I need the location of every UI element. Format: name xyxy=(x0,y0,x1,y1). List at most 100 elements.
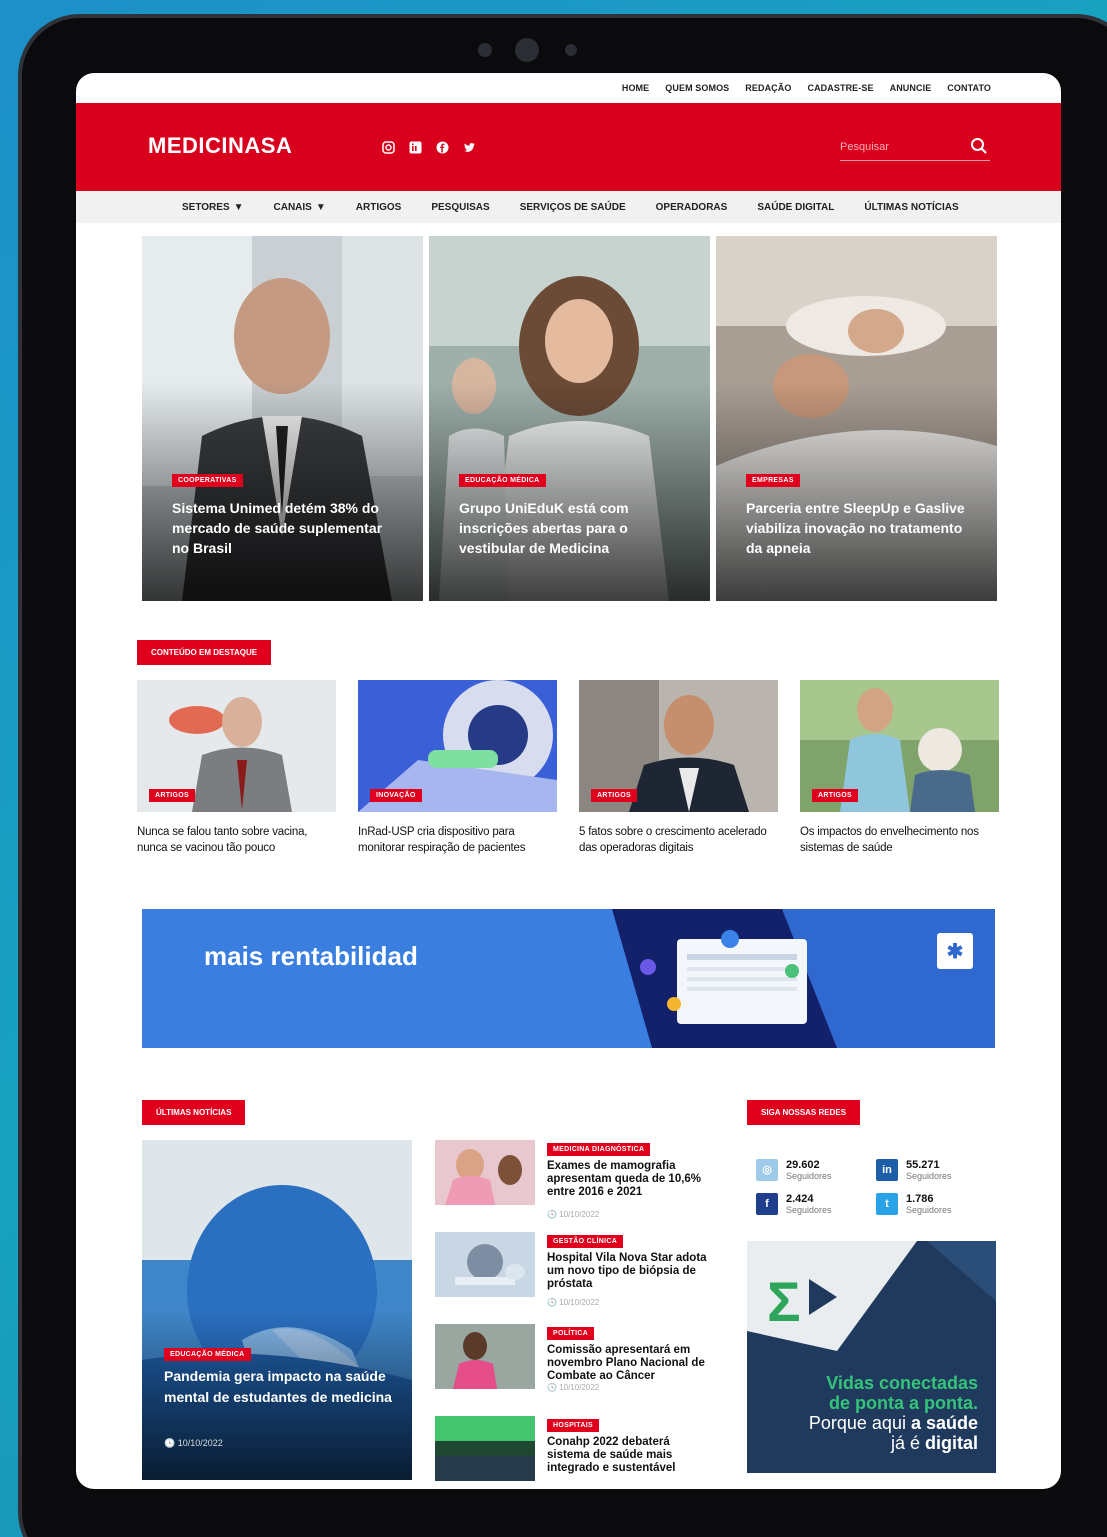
follow-row: f 2.424 Seguidores t 1.786 Seguidores xyxy=(756,1193,996,1215)
follower-count: 1.786 xyxy=(906,1193,934,1205)
news-list-item[interactable]: POLÍTICA Comissão apresentará em novembr… xyxy=(435,1324,715,1416)
section-title-featured: CONTEÚDO EM DESTAQUE xyxy=(137,640,272,665)
news-list-item[interactable]: GESTÃO CLÍNICA Hospital Vila Nova Star a… xyxy=(435,1232,715,1324)
follow-facebook[interactable]: f 2.424 Seguidores xyxy=(756,1193,876,1215)
linkedin-icon[interactable] xyxy=(409,141,422,154)
featured-category-tag[interactable]: INOVAÇÃO xyxy=(370,789,422,802)
site-logo[interactable]: MEDICINASA xyxy=(148,133,292,159)
follower-label: Seguidores xyxy=(906,1171,952,1181)
caret-down-icon: ▼ xyxy=(315,201,326,213)
news-list-item[interactable]: HOSPITAIS Conahp 2022 debaterá sistema d… xyxy=(435,1416,715,1489)
news-category-tag[interactable]: POLÍTICA xyxy=(547,1327,595,1340)
nav-setores[interactable]: SETORES ▼ xyxy=(182,202,244,213)
hero-card[interactable]: EMPRESAS Parceria entre SleepUp e Gasliv… xyxy=(716,236,997,601)
ad-line-4a: já é xyxy=(890,1433,925,1453)
hero-category-tag[interactable]: EMPRESAS xyxy=(746,474,800,487)
news-category-tag[interactable]: MEDICINA DIAGNÓSTICA xyxy=(547,1143,651,1156)
nav-ultimas-noticias[interactable]: ÚLTIMAS NOTÍCIAS xyxy=(864,202,958,213)
latest-gradient xyxy=(142,1140,412,1480)
instagram-icon[interactable] xyxy=(382,141,395,154)
featured-card[interactable]: ARTIGOS 5 fatos sobre o crescimento acel… xyxy=(579,680,778,856)
hero-category-tag[interactable]: EDUCAÇÃO MÉDICA xyxy=(459,474,546,487)
news-headline[interactable]: Hospital Vila Nova Star adota um novo ti… xyxy=(547,1252,707,1291)
follow-instagram[interactable]: ◎ 29.602 Seguidores xyxy=(756,1159,876,1181)
news-category-tag[interactable]: HOSPITAIS xyxy=(547,1419,599,1432)
nav-canais[interactable]: CANAIS ▼ xyxy=(274,202,326,213)
follow-stats: 29.602 Seguidores xyxy=(786,1159,832,1181)
section-title-follow: SIGA NOSSAS REDES xyxy=(747,1100,861,1125)
hero-headline[interactable]: Sistema Unimed detém 38% do mercado de s… xyxy=(172,498,403,558)
topnav-contato[interactable]: CONTATO xyxy=(947,83,991,93)
twitter-icon[interactable] xyxy=(463,141,476,154)
nav-canais-label: CANAIS xyxy=(273,201,312,213)
featured-headline[interactable]: InRad-USP cria dispositivo para monitora… xyxy=(358,824,557,856)
news-headline[interactable]: Conahp 2022 debaterá sistema de saúde ma… xyxy=(547,1436,707,1475)
follow-stats: 2.424 Seguidores xyxy=(786,1193,832,1215)
search-icon[interactable] xyxy=(970,137,988,160)
clock-icon: 🕓 xyxy=(547,1210,560,1219)
news-date: 🕓 10/10/2022 xyxy=(547,1298,599,1307)
news-list-item[interactable]: MEDICINA DIAGNÓSTICA Exames de mamografi… xyxy=(435,1140,715,1232)
topnav-redacao[interactable]: REDAÇÃO xyxy=(745,83,791,93)
hero-card[interactable]: COOPERATIVAS Sistema Unimed detém 38% do… xyxy=(142,236,423,601)
nav-pesquisas[interactable]: PESQUISAS xyxy=(431,202,489,213)
topnav-cadastre-se[interactable]: CADASTRE-SE xyxy=(807,83,873,93)
featured-headline[interactable]: Os impactos do envelhecimento nos sistem… xyxy=(800,824,999,856)
sensor-dot xyxy=(478,43,492,57)
latest-date-text: 10/10/2022 xyxy=(177,1438,223,1448)
ad-line-3: Porque aqui a saúde xyxy=(809,1413,978,1433)
follow-stats: 55.271 Seguidores xyxy=(906,1159,952,1181)
ad-line-4: já é digital xyxy=(809,1433,978,1453)
advertising-banner[interactable]: ✱ mais rentabilidad xyxy=(142,909,995,1048)
news-headline[interactable]: Exames de mamografia apresentam queda de… xyxy=(547,1160,707,1199)
nav-servicos-de-saude[interactable]: SERVIÇOS DE SAÚDE xyxy=(520,202,626,213)
facebook-icon[interactable] xyxy=(436,141,449,154)
featured-category-tag[interactable]: ARTIGOS xyxy=(149,789,195,802)
news-date-text: 10/10/2022 xyxy=(559,1383,600,1392)
news-category-tag[interactable]: GESTÃO CLÍNICA xyxy=(547,1235,624,1248)
latest-news-list: MEDICINA DIAGNÓSTICA Exames de mamografi… xyxy=(435,1140,715,1489)
nav-saude-digital[interactable]: SAÚDE DIGITAL xyxy=(757,202,834,213)
hero-headline[interactable]: Grupo UniEduK está com inscrições aberta… xyxy=(459,498,690,558)
sidebar-ad[interactable]: Σ Vidas conectadas de ponta a ponta. Por… xyxy=(747,1241,996,1473)
banner-headline: mais rentabilidad xyxy=(204,941,418,971)
banner-graphic: ✱ xyxy=(612,909,995,1048)
nav-operadoras[interactable]: OPERADORAS xyxy=(656,202,728,213)
follower-count: 29.602 xyxy=(786,1159,820,1171)
featured-image: INOVAÇÃO xyxy=(358,680,557,812)
featured-image: ARTIGOS xyxy=(579,680,778,812)
nav-artigos[interactable]: ARTIGOS xyxy=(356,202,402,213)
news-thumbnail xyxy=(435,1140,535,1205)
featured-category-tag[interactable]: ARTIGOS xyxy=(812,789,858,802)
latest-date: 🕓 10/10/2022 xyxy=(164,1438,223,1449)
topnav-quem-somos[interactable]: QUEM SOMOS xyxy=(665,83,729,93)
latest-category-tag[interactable]: EDUCAÇÃO MÉDICA xyxy=(164,1348,251,1361)
featured-headline[interactable]: Nunca se falou tanto sobre vacina, nunca… xyxy=(137,824,336,856)
svg-text:✱: ✱ xyxy=(947,941,964,963)
follow-row: ◎ 29.602 Seguidores in 55.271 Seguidores xyxy=(756,1159,996,1181)
follow-twitter[interactable]: t 1.786 Seguidores xyxy=(876,1193,996,1215)
hero-card[interactable]: EDUCAÇÃO MÉDICA Grupo UniEduK está com i… xyxy=(429,236,710,601)
topnav-home[interactable]: HOME xyxy=(622,83,649,93)
facebook-icon: f xyxy=(756,1193,778,1215)
featured-image: ARTIGOS xyxy=(800,680,999,812)
latest-headline[interactable]: Pandemia gera impacto na saúde mental de… xyxy=(164,1366,402,1408)
hero-headline[interactable]: Parceria entre SleepUp e Gaslive viabili… xyxy=(746,498,977,558)
news-thumbnail xyxy=(435,1416,535,1481)
hero-category-tag[interactable]: COOPERATIVAS xyxy=(172,474,243,487)
linkedin-icon: in xyxy=(876,1159,898,1181)
latest-featured-card[interactable]: EDUCAÇÃO MÉDICA Pandemia gera impacto na… xyxy=(142,1140,412,1480)
news-date: 🕓 10/10/2022 xyxy=(547,1210,599,1219)
featured-category-tag[interactable]: ARTIGOS xyxy=(591,789,637,802)
featured-card[interactable]: ARTIGOS Nunca se falou tanto sobre vacin… xyxy=(137,680,336,856)
follow-linkedin[interactable]: in 55.271 Seguidores xyxy=(876,1159,996,1181)
topnav-anuncie[interactable]: ANUNCIE xyxy=(890,83,932,93)
ad-line-3b: a saúde xyxy=(910,1413,978,1433)
ad-line-2: de ponta a ponta. xyxy=(828,1393,978,1413)
featured-card[interactable]: INOVAÇÃO InRad-USP cria dispositivo para… xyxy=(358,680,557,856)
featured-headline[interactable]: 5 fatos sobre o crescimento acelerado da… xyxy=(579,824,778,856)
clock-icon: 🕓 xyxy=(547,1383,560,1392)
featured-card[interactable]: ARTIGOS Os impactos do envelhecimento no… xyxy=(800,680,999,856)
search-input[interactable] xyxy=(840,135,960,153)
news-headline[interactable]: Comissão apresentará em novembro Plano N… xyxy=(547,1344,707,1383)
